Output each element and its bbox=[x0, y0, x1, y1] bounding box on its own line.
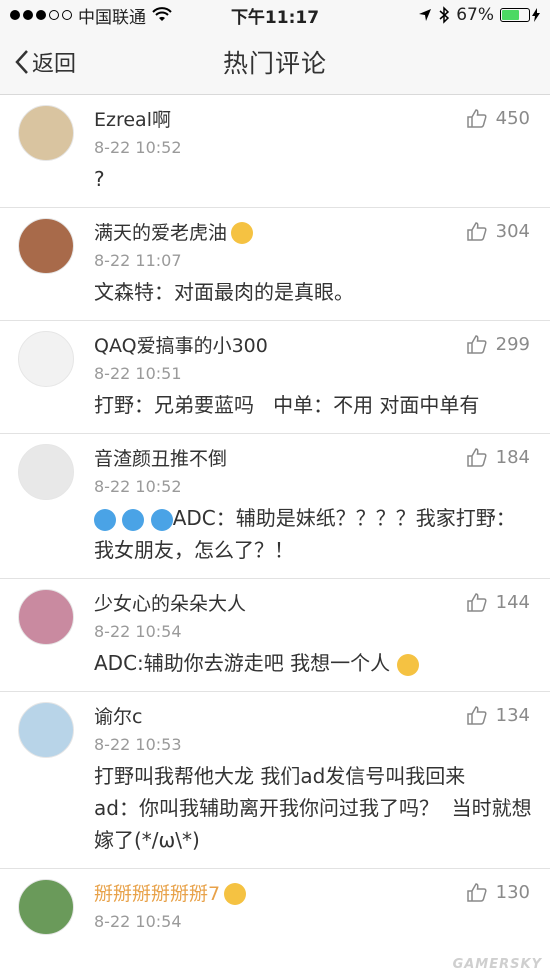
thumbs-up-icon bbox=[466, 883, 487, 902]
status-bar: 中国联通 下午11:17 67% bbox=[0, 0, 550, 30]
like-count: 304 bbox=[495, 220, 530, 242]
list-item: QAQ爱搞事的小300 8-22 10:51 打野：兄弟要蓝吗 中单：不用 对面… bbox=[0, 321, 550, 434]
comment-text: ADC:辅助你去游走吧 我想一个人 bbox=[94, 651, 391, 675]
nav-bar: 返回 热门评论 bbox=[0, 30, 550, 95]
shh-emoji-icon bbox=[396, 653, 419, 676]
list-item: Ezreal啊 8-22 10:52 ? 450 bbox=[0, 95, 550, 208]
location-icon bbox=[419, 9, 432, 21]
list-item: 掰掰掰掰掰掰7 8-22 10:54 130 bbox=[0, 869, 550, 935]
back-label: 返回 bbox=[32, 52, 77, 77]
timestamp: 8-22 10:53 bbox=[94, 735, 182, 754]
comment-text: 打野叫我帮他大龙 我们ad发信号叫我回来 ad：你叫我辅助离开我你问过我了吗？ … bbox=[94, 764, 532, 852]
username[interactable]: 掰掰掰掰掰掰7 bbox=[94, 881, 220, 907]
avatar[interactable] bbox=[18, 589, 74, 645]
thumbs-up-icon bbox=[466, 706, 487, 725]
timestamp: 8-22 10:52 bbox=[94, 138, 182, 157]
doraemon-emoji-icon bbox=[150, 508, 173, 531]
carrier-label: 中国联通 bbox=[78, 7, 146, 28]
timestamp: 8-22 10:51 bbox=[94, 364, 182, 383]
list-item: 少女心的朵朵大人 8-22 10:54 ADC:辅助你去游走吧 我想一个人 14… bbox=[0, 579, 550, 692]
thumbs-up-icon bbox=[466, 593, 487, 612]
like-count: 144 bbox=[495, 591, 530, 613]
like-button[interactable]: 144 bbox=[466, 591, 530, 613]
thumbs-up-icon bbox=[466, 109, 487, 128]
battery-percent: 67% bbox=[456, 5, 494, 25]
comment-text-row: ADC:辅助你去游走吧 我想一个人 bbox=[94, 647, 532, 691]
list-item: 谕尔c 8-22 10:53 打野叫我帮他大龙 我们ad发信号叫我回来 ad：你… bbox=[0, 692, 550, 869]
like-count: 299 bbox=[495, 333, 530, 355]
clock: 下午11:17 bbox=[230, 7, 320, 28]
back-button[interactable]: 返回 bbox=[14, 46, 76, 78]
avatar[interactable] bbox=[18, 879, 74, 935]
timestamp: 8-22 11:07 bbox=[94, 251, 182, 270]
like-count: 450 bbox=[495, 107, 530, 129]
thumbs-up-icon bbox=[466, 222, 487, 241]
like-button[interactable]: 184 bbox=[466, 446, 530, 468]
wifi-icon bbox=[152, 7, 172, 21]
doraemon-emoji-icon bbox=[94, 508, 116, 531]
comment-text: 打野：兄弟要蓝吗 中单：不用 对面中单有 bbox=[94, 393, 480, 417]
avatar[interactable] bbox=[18, 444, 74, 500]
status-right: 67% bbox=[418, 5, 540, 25]
timestamp: 8-22 10:54 bbox=[94, 622, 182, 641]
comment-text: ? bbox=[94, 167, 105, 191]
timestamp: 8-22 10:54 bbox=[94, 912, 182, 931]
chevron-left-icon bbox=[15, 50, 28, 74]
thumbs-up-icon bbox=[466, 335, 487, 354]
like-count: 134 bbox=[495, 704, 530, 726]
avatar[interactable] bbox=[18, 105, 74, 161]
avatar[interactable] bbox=[18, 331, 74, 387]
like-button[interactable]: 299 bbox=[466, 333, 530, 355]
avatar[interactable] bbox=[18, 218, 74, 274]
signal-icon bbox=[10, 10, 72, 20]
heart-eyes-emoji-icon bbox=[231, 222, 254, 244]
avatar[interactable] bbox=[18, 702, 74, 758]
like-count: 184 bbox=[495, 446, 530, 468]
like-button[interactable]: 134 bbox=[466, 704, 530, 726]
username[interactable]: 满天的爱老虎油 bbox=[94, 220, 227, 246]
heart-eyes-emoji-icon bbox=[224, 883, 247, 905]
bluetooth-icon bbox=[439, 6, 450, 24]
status-left: 中国联通 bbox=[10, 3, 172, 28]
like-button[interactable]: 130 bbox=[466, 881, 530, 903]
page-title: 热门评论 bbox=[222, 49, 327, 78]
thumbs-up-icon bbox=[466, 448, 487, 467]
timestamp: 8-22 10:52 bbox=[94, 477, 182, 496]
like-button[interactable]: 304 bbox=[466, 220, 530, 242]
doraemon-emoji-icon bbox=[122, 508, 145, 531]
list-item: 满天的爱老虎油 8-22 11:07 文森特：对面最肉的是真眼。 304 bbox=[0, 208, 550, 321]
like-button[interactable]: 450 bbox=[466, 107, 530, 129]
list-item: 音渣颜丑推不倒 8-22 10:52 ADC：辅助是妹纸？？？？我家打野：我女朋… bbox=[0, 434, 550, 579]
comment-text-row: ADC：辅助是妹纸？？？？我家打野：我女朋友，怎么了？！ bbox=[94, 502, 532, 578]
comment-list[interactable]: Ezreal啊 8-22 10:52 ? 450 满天的爱老虎油 8-22 11… bbox=[0, 95, 550, 935]
battery-icon bbox=[500, 8, 540, 22]
comment-text: 文森特：对面最肉的是真眼。 bbox=[94, 280, 354, 304]
like-count: 130 bbox=[495, 881, 530, 903]
watermark: GAMERSKY bbox=[452, 957, 542, 972]
